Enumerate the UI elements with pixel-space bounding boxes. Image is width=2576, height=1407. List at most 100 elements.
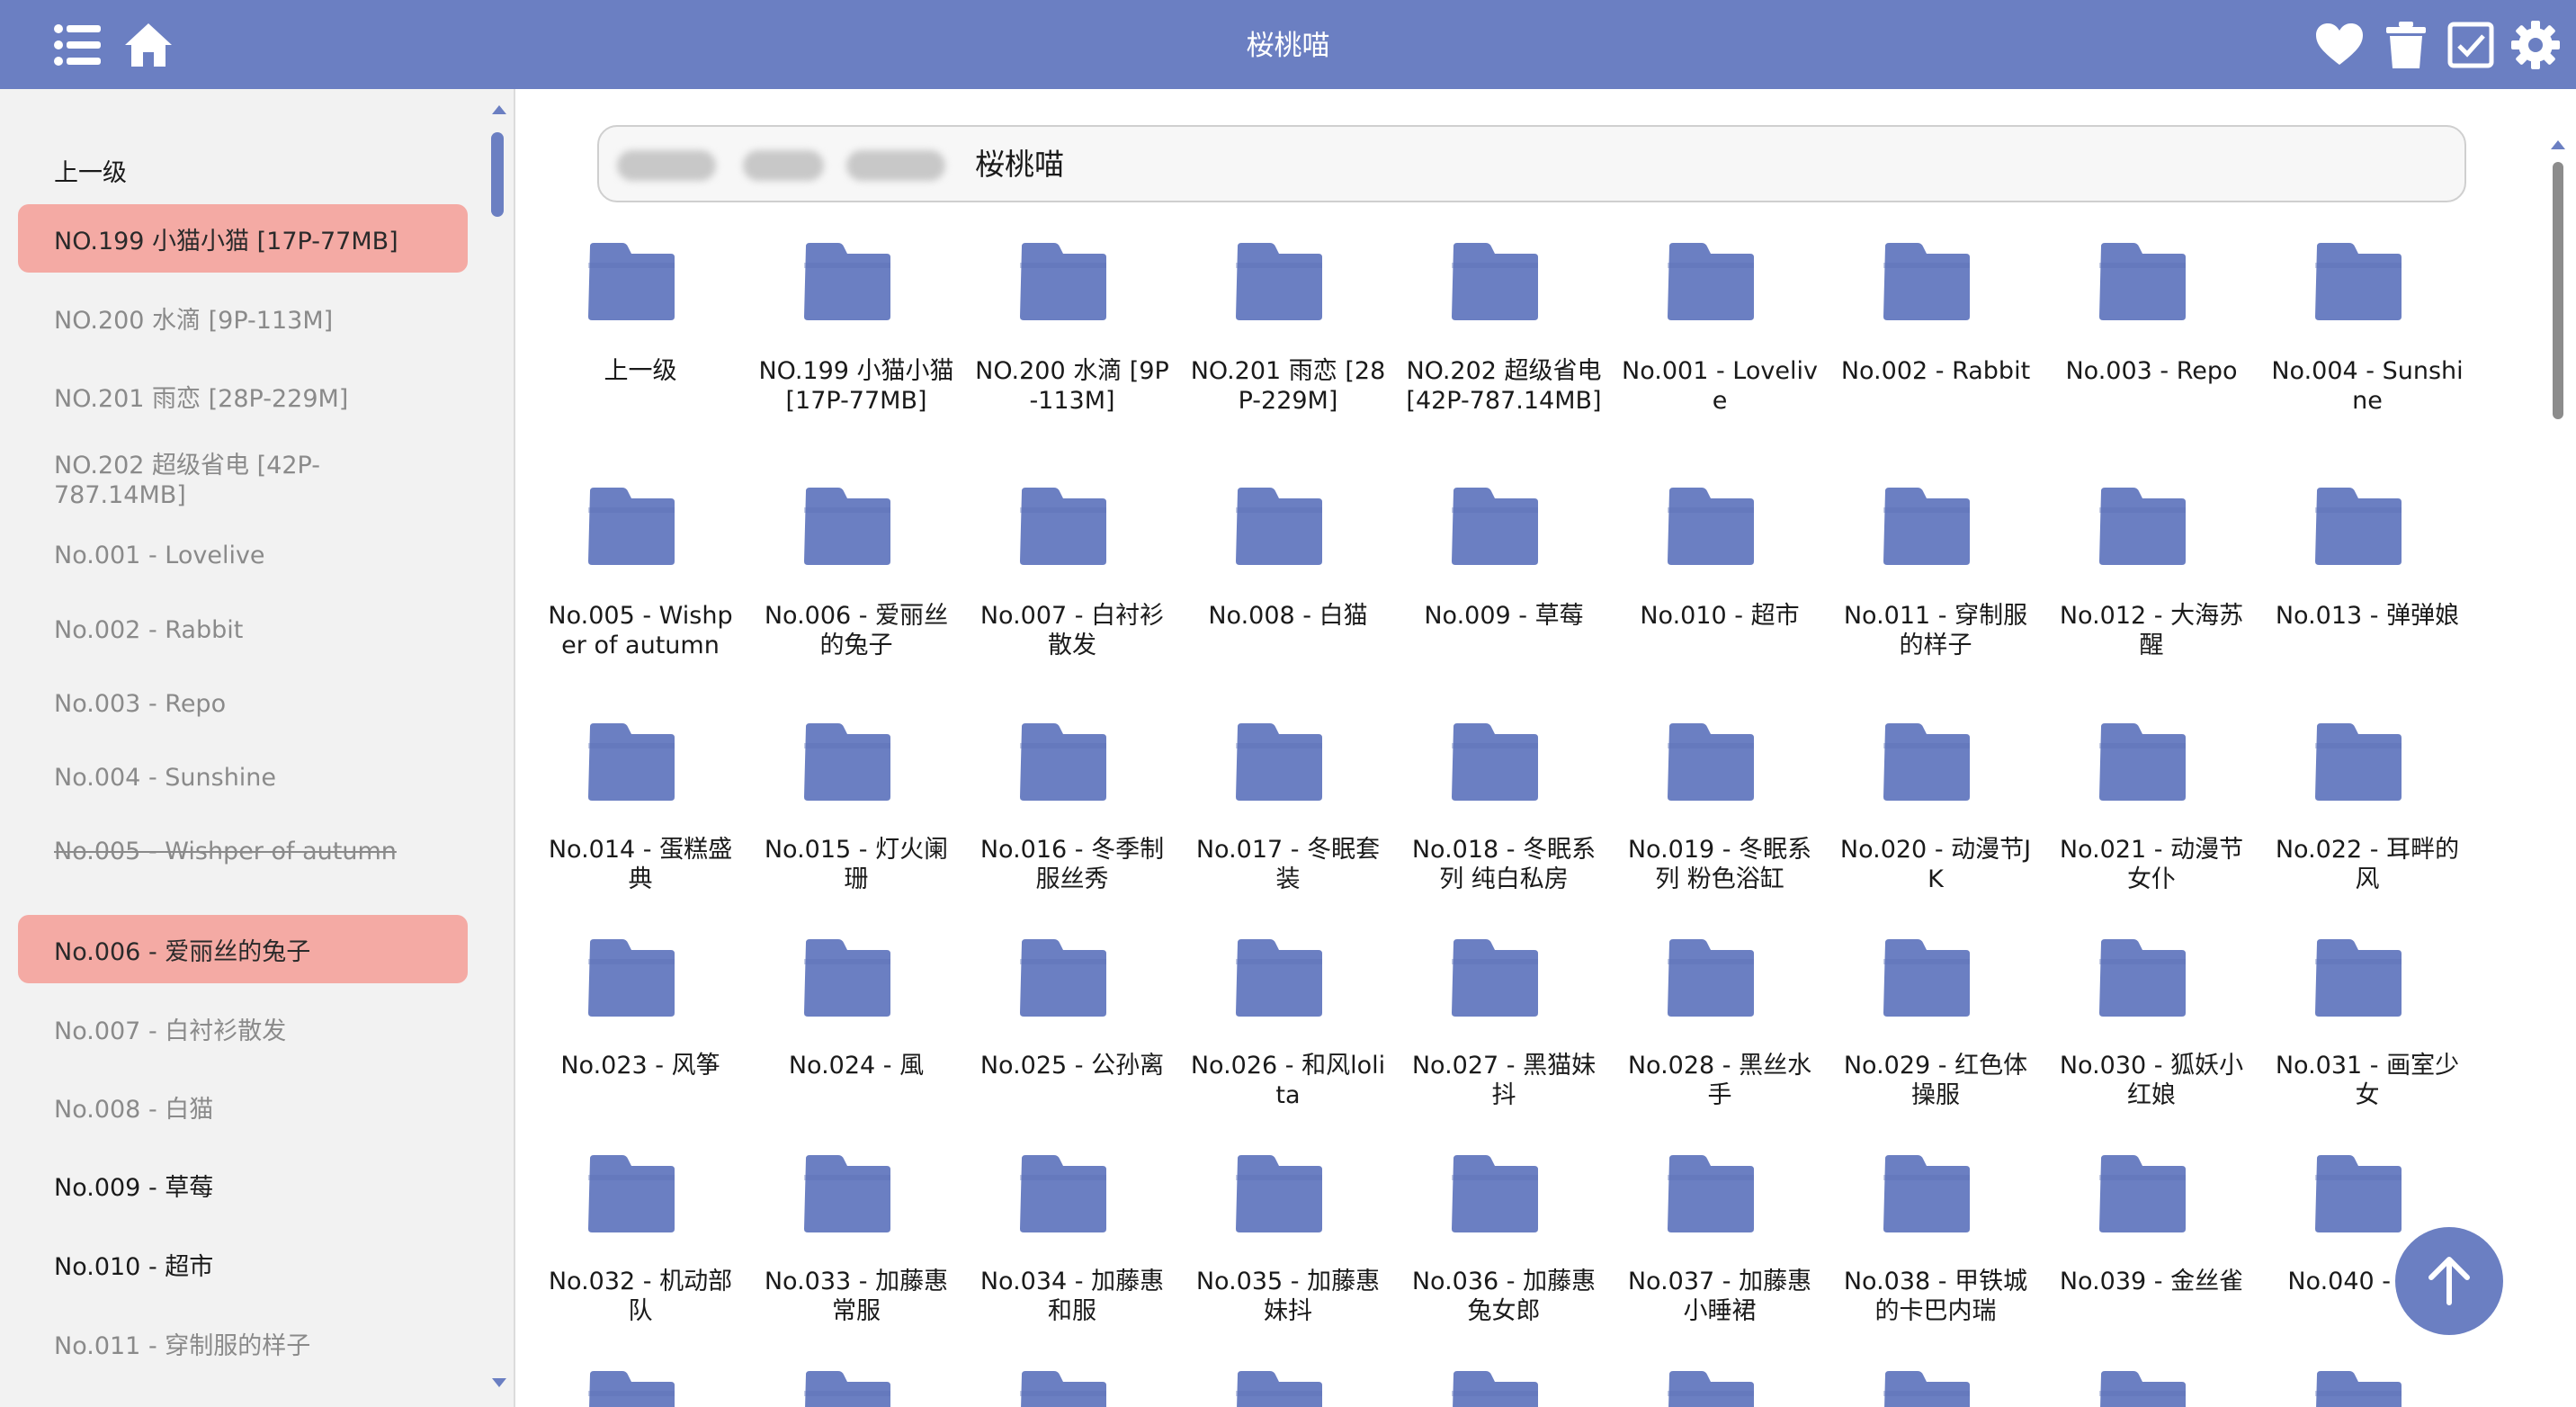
folder-icon: [2099, 723, 2186, 801]
folder-label: No.039 - 金丝雀: [2059, 1268, 2244, 1295]
folder-item[interactable]: [1405, 1371, 1603, 1407]
checkbox-icon[interactable]: [2446, 20, 2496, 70]
folder-icon: [1668, 1155, 1754, 1232]
sidebar-item[interactable]: No.003 - Repo: [18, 678, 468, 729]
folder-icon: [1668, 1371, 1754, 1407]
breadcrumb-blurred-segment: [846, 150, 945, 181]
sidebar-scroll-up-icon[interactable]: [492, 105, 506, 114]
folder-item[interactable]: [2053, 1371, 2250, 1407]
breadcrumb-blurred-segment: [617, 150, 716, 181]
sidebar-item-label: No.001 - Lovelive: [54, 541, 265, 569]
folder-item[interactable]: [1837, 1371, 2035, 1407]
folder-icon: [1020, 488, 1106, 565]
sidebar-item-label: No.011 - 穿制服的样子: [54, 1331, 311, 1360]
folder-label: No.038 - 甲铁城的卡巴内瑞: [1843, 1268, 2028, 1325]
folder-label: No.029 - 红色体操服: [1843, 1052, 2028, 1109]
sidebar-item[interactable]: No.005 - Wishper of autumn: [18, 826, 468, 876]
breadcrumb[interactable]: 桜桃喵: [597, 125, 2466, 202]
main-scrollbar[interactable]: [2553, 162, 2563, 419]
folder-label: No.025 - 公孙离: [979, 1052, 1165, 1080]
folder-icon: [2099, 243, 2186, 320]
folder-icon: [1452, 243, 1538, 320]
folder-label: No.017 - 冬眠套装: [1195, 836, 1381, 893]
folder-icon: [1883, 723, 1970, 801]
sidebar-item-label: No.009 - 草莓: [54, 1173, 214, 1202]
sidebar-item[interactable]: NO.199 小猫小猫 [17P-77MB]: [18, 204, 468, 273]
folder-icon: [1236, 1155, 1322, 1232]
folder-item[interactable]: [757, 1371, 955, 1407]
folder-item[interactable]: [1621, 1371, 1819, 1407]
folder-icon: [804, 488, 890, 565]
folder-icon: [804, 1371, 890, 1407]
folder-label: No.037 - 加藤惠小睡裙: [1627, 1268, 1812, 1325]
trash-icon[interactable]: [2381, 20, 2431, 70]
folder-icon: [1236, 243, 1322, 320]
sidebar-item[interactable]: 上一级: [18, 143, 468, 197]
folder-icon: [1883, 243, 1970, 320]
folder-item[interactable]: [973, 1371, 1171, 1407]
sidebar-scrollbar[interactable]: [491, 132, 504, 217]
sidebar-item-label: No.006 - 爱丽丝的兔子: [54, 937, 311, 966]
folder-icon: [1452, 939, 1538, 1017]
sidebar-item[interactable]: No.002 - Rabbit: [18, 605, 468, 655]
folder-label: No.002 - Rabbit: [1840, 357, 2031, 385]
folder-icon: [588, 1155, 675, 1232]
sidebar-item[interactable]: No.007 - 白衬衫散发: [18, 994, 468, 1062]
folder-icon: [2315, 1371, 2402, 1407]
folder-icon: [1883, 939, 1970, 1017]
folder-icon: [804, 1155, 890, 1232]
folder-label: No.008 - 白猫: [1208, 602, 1368, 630]
folder-label: NO.201 雨恋 [28P-229M]: [1190, 357, 1386, 415]
sidebar-item[interactable]: No.008 - 白猫: [18, 1072, 468, 1141]
folder-item[interactable]: [541, 1371, 739, 1407]
folder-label: NO.199 小猫小猫 [17P-77MB]: [758, 357, 954, 415]
sidebar-item-label: NO.200 水滴 [9P-113M]: [54, 306, 334, 335]
folder-icon: [1020, 723, 1106, 801]
sidebar: 上一级 NO.199 小猫小猫 [17P-77MB] NO.200 水滴 [9P-1…: [0, 89, 514, 1407]
sidebar-item-label: No.002 - Rabbit: [54, 615, 244, 644]
folder-icon: [1668, 243, 1754, 320]
folder-label: No.006 - 爱丽丝的兔子: [764, 602, 949, 659]
gear-icon[interactable]: [2510, 20, 2561, 70]
sidebar-item-label: NO.201 雨恋 [28P-229M]: [54, 384, 349, 413]
folder-icon: [588, 488, 675, 565]
folder-icon: [1452, 488, 1538, 565]
main-scroll-up-icon[interactable]: [2551, 140, 2565, 149]
folder-item[interactable]: [2268, 1371, 2466, 1407]
sidebar-scroll-down-icon[interactable]: [492, 1378, 506, 1387]
folder-icon: [2315, 1155, 2402, 1232]
sidebar-item-label: No.007 - 白衬衫散发: [54, 1017, 287, 1045]
folder-item[interactable]: [1189, 1371, 1387, 1407]
folder-icon: [1452, 723, 1538, 801]
folder-label: No.023 - 风筝: [560, 1052, 720, 1080]
sidebar-item[interactable]: NO.202 超级省电 [42P-787.14MB]: [18, 440, 396, 521]
folder-label: No.014 - 蛋糕盛典: [548, 836, 733, 893]
sidebar-item[interactable]: No.010 - 超市: [18, 1230, 468, 1298]
sidebar-item[interactable]: No.001 - Lovelive: [18, 530, 468, 580]
folder-label: No.005 - Wishper of autumn: [548, 602, 733, 659]
folder-label: No.004 - Sunshine: [2271, 357, 2464, 415]
sidebar-item[interactable]: NO.200 水滴 [9P-113M]: [18, 283, 468, 352]
sidebar-item[interactable]: No.009 - 草莓: [18, 1151, 468, 1219]
sidebar-item[interactable]: NO.201 雨恋 [28P-229M]: [18, 362, 468, 430]
scroll-to-top-button[interactable]: [2395, 1227, 2503, 1335]
folder-icon: [1883, 488, 1970, 565]
folder-icon: [2099, 1155, 2186, 1232]
folder-icon: [1236, 488, 1322, 565]
sidebar-item-label: 上一级: [54, 158, 127, 187]
folder-label: No.027 - 黑猫妹抖: [1411, 1052, 1597, 1109]
folder-label: 上一级: [604, 357, 677, 385]
folder-icon: [1236, 723, 1322, 801]
breadcrumb-current[interactable]: 桜桃喵: [975, 127, 1064, 202]
sidebar-item[interactable]: No.004 - Sunshine: [18, 752, 468, 802]
folder-label: No.011 - 穿制服的样子: [1843, 602, 2028, 659]
folder-icon: [2099, 488, 2186, 565]
folder-icon: [804, 939, 890, 1017]
sidebar-item[interactable]: No.006 - 爱丽丝的兔子: [18, 915, 468, 983]
sidebar-item[interactable]: No.011 - 穿制服的样子: [18, 1309, 468, 1377]
folder-label: No.030 - 狐妖小红娘: [2059, 1052, 2244, 1109]
folder-label: No.032 - 机动部队: [548, 1268, 733, 1325]
folder-icon: [1020, 939, 1106, 1017]
folder-icon: [588, 1371, 675, 1407]
heart-icon[interactable]: [2314, 20, 2365, 70]
